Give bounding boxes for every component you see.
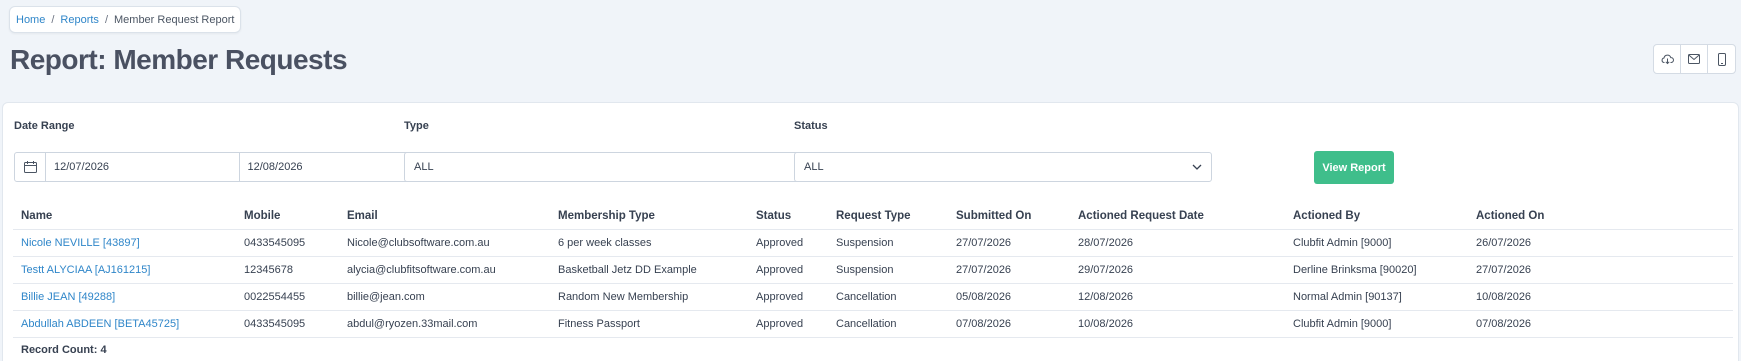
mobile-icon — [1717, 52, 1726, 66]
submitted-on-cell: 27/07/2026 — [948, 256, 1070, 284]
member-name-link[interactable]: Billie JEAN [49288] — [21, 291, 115, 303]
table-row: Testt ALYCIAA [AJ161215] 12345678 alycia… — [13, 256, 1733, 284]
request-type-cell: Cancellation — [828, 283, 948, 311]
column-header-request-type: Request Type — [828, 204, 948, 230]
membership-type-cell: 6 per week classes — [550, 229, 748, 257]
breadcrumb-reports-link[interactable]: Reports — [60, 14, 99, 26]
date-from-input[interactable] — [46, 153, 240, 181]
column-header-status: Status — [748, 204, 828, 230]
email-button[interactable] — [1681, 45, 1708, 73]
column-header-membership-type: Membership Type — [550, 204, 748, 230]
date-range-label: Date Range — [14, 120, 75, 132]
actioned-by-cell: Derline Brinksma [90020] — [1285, 256, 1468, 284]
date-picker-button[interactable] — [15, 153, 46, 181]
member-name-link[interactable]: Nicole NEVILLE [43897] — [21, 237, 140, 249]
membership-type-cell: Random New Membership — [550, 283, 748, 311]
member-name-link[interactable]: Abdullah ABDEEN [BETA45725] — [21, 318, 179, 330]
type-select[interactable]: ALL — [404, 152, 822, 182]
email-cell: billie@jean.com — [339, 283, 550, 311]
status-cell: Approved — [748, 310, 828, 338]
member-name-cell: Testt ALYCIAA [AJ161215] — [13, 256, 236, 284]
report-card: Date Range Type ALL Status ALL View Repo… — [2, 102, 1739, 361]
column-header-actioned-request-date: Actioned Request Date — [1070, 204, 1285, 230]
mobile-cell: 0022554455 — [236, 283, 339, 311]
email-icon — [1688, 54, 1700, 64]
actioned-request-date-cell: 29/07/2026 — [1070, 256, 1285, 284]
actioned-on-cell: 07/08/2026 — [1468, 310, 1733, 338]
membership-type-cell: Fitness Passport — [550, 310, 748, 338]
status-cell: Approved — [748, 283, 828, 311]
actioned-by-cell: Clubfit Admin [9000] — [1285, 229, 1468, 257]
status-cell: Approved — [748, 229, 828, 257]
actioned-request-date-cell: 10/08/2026 — [1070, 310, 1285, 338]
submitted-on-cell: 27/07/2026 — [948, 229, 1070, 257]
column-header-email: Email — [339, 204, 550, 230]
record-count: Record Count: 4 — [21, 344, 107, 356]
email-cell: abdul@ryozen.33mail.com — [339, 310, 550, 338]
breadcrumb-separator: / — [104, 13, 108, 26]
actioned-by-cell: Normal Admin [90137] — [1285, 283, 1468, 311]
actioned-on-cell: 10/08/2026 — [1468, 283, 1733, 311]
breadcrumb: Home / Reports / Member Request Report — [9, 6, 242, 33]
column-header-actioned-by: Actioned By — [1285, 204, 1468, 230]
download-button[interactable] — [1654, 45, 1681, 73]
type-select-value: ALL — [414, 161, 434, 173]
breadcrumb-current: Member Request Report — [114, 13, 235, 26]
actioned-on-cell: 26/07/2026 — [1468, 229, 1733, 257]
actioned-request-date-cell: 28/07/2026 — [1070, 229, 1285, 257]
type-label: Type — [404, 120, 429, 132]
request-type-cell: Cancellation — [828, 310, 948, 338]
actioned-on-cell: 27/07/2026 — [1468, 256, 1733, 284]
status-select-value: ALL — [804, 161, 824, 173]
mobile-cell: 12345678 — [236, 256, 339, 284]
status-cell: Approved — [748, 256, 828, 284]
request-type-cell: Suspension — [828, 256, 948, 284]
submitted-on-cell: 07/08/2026 — [948, 310, 1070, 338]
member-name-cell: Abdullah ABDEEN [BETA45725] — [13, 310, 236, 338]
report-table: Name Mobile Email Membership Type Status… — [13, 204, 1733, 338]
mobile-cell: 0433545095 — [236, 310, 339, 338]
email-cell: Nicole@clubsoftware.com.au — [339, 229, 550, 257]
table-header-row: Name Mobile Email Membership Type Status… — [13, 204, 1733, 230]
column-header-mobile: Mobile — [236, 204, 339, 230]
table-row: Abdullah ABDEEN [BETA45725] 0433545095 a… — [13, 310, 1733, 338]
mobile-cell: 0433545095 — [236, 229, 339, 257]
request-type-cell: Suspension — [828, 229, 948, 257]
status-label: Status — [794, 120, 828, 132]
membership-type-cell: Basketball Jetz DD Example — [550, 256, 748, 284]
submitted-on-cell: 05/08/2026 — [948, 283, 1070, 311]
status-select[interactable]: ALL — [794, 152, 1212, 182]
calendar-icon — [23, 161, 37, 173]
column-header-submitted-on: Submitted On — [948, 204, 1070, 230]
email-cell: alycia@clubfitsoftware.com.au — [339, 256, 550, 284]
actioned-by-cell: Clubfit Admin [9000] — [1285, 310, 1468, 338]
view-report-button[interactable]: View Report — [1314, 151, 1394, 184]
mobile-button[interactable] — [1708, 45, 1735, 73]
page-title: Report: Member Requests — [10, 44, 348, 75]
actioned-request-date-cell: 12/08/2026 — [1070, 283, 1285, 311]
member-name-cell: Nicole NEVILLE [43897] — [13, 229, 236, 257]
table-row: Nicole NEVILLE [43897] 0433545095 Nicole… — [13, 229, 1733, 257]
breadcrumb-home-link[interactable]: Home — [16, 14, 45, 26]
column-header-actioned-on: Actioned On — [1468, 204, 1733, 230]
chevron-down-icon — [1192, 164, 1202, 170]
member-name-cell: Billie JEAN [49288] — [13, 283, 236, 311]
member-name-link[interactable]: Testt ALYCIAA [AJ161215] — [21, 264, 150, 276]
export-toolbar — [1653, 44, 1736, 74]
breadcrumb-separator: / — [51, 13, 55, 26]
cloud-download-icon — [1661, 54, 1674, 65]
table-row: Billie JEAN [49288] 0022554455 billie@je… — [13, 283, 1733, 311]
date-range-field — [14, 152, 433, 182]
column-header-name: Name — [13, 204, 236, 230]
